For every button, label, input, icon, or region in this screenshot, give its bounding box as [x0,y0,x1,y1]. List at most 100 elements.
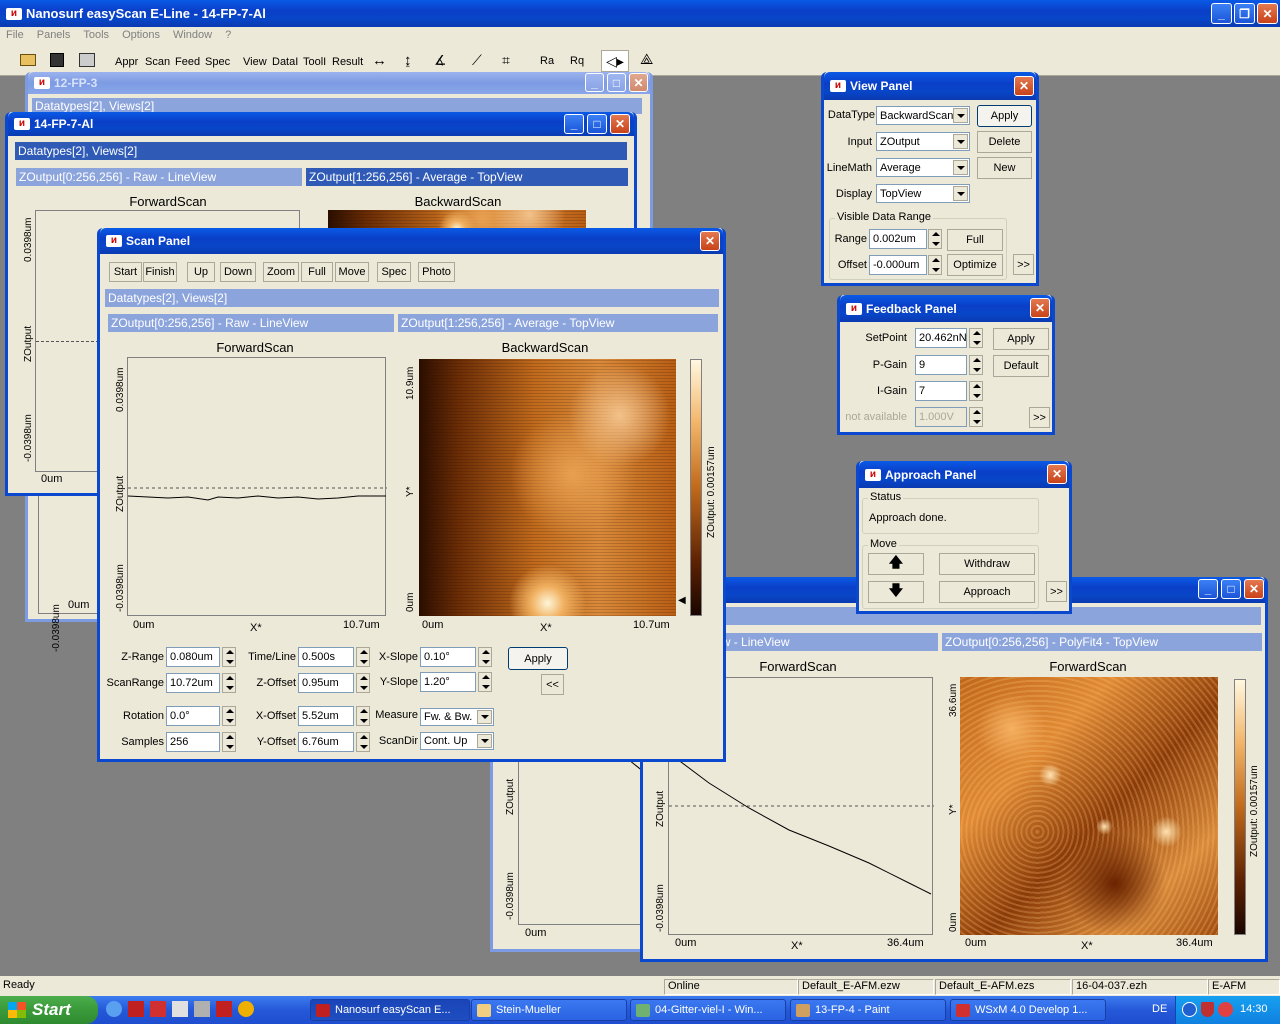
approach-panel-title-bar[interactable]: ᴎ Approach Panel ✕ [859,461,1069,488]
time-line-field[interactable]: 0.500s [298,647,354,667]
taskbar-item-nanosurf[interactable]: Nanosurf easyScan E... [310,999,470,1021]
scan-range-field[interactable]: 10.72um [166,673,220,693]
input-select[interactable]: ZOutput [876,132,970,151]
roughness-rq-icon[interactable]: Rq [570,55,584,67]
full-button[interactable]: Full [301,262,333,282]
menu-file[interactable]: File [6,29,24,46]
photo-button[interactable]: Photo [418,262,455,282]
wsxm-icon[interactable] [150,1001,166,1017]
clock[interactable]: 14:30 [1240,1003,1268,1015]
move-button[interactable]: Move [335,262,369,282]
apply-button[interactable]: Apply [508,647,568,670]
offset-stepper[interactable] [928,255,942,275]
toolbar-scan[interactable]: Scan [145,56,170,68]
approach-button[interactable]: Approach [939,581,1035,603]
menu-tools[interactable]: Tools [83,29,109,46]
help-icon[interactable] [1182,1002,1197,1017]
close-button[interactable]: ✕ [700,231,720,251]
datatype-select[interactable]: BackwardScan [876,106,970,125]
menu-options[interactable]: Options [122,29,160,46]
up-button[interactable]: Up [187,262,215,282]
measure-select[interactable]: Fw. & Bw. [420,708,494,726]
approach-panel-window[interactable]: ᴎ Approach Panel ✕ Status Approach done.… [856,461,1072,614]
scan-panel-title-bar[interactable]: ᴎ Scan Panel ✕ [100,228,723,254]
close-button[interactable]: ✕ [1257,3,1278,24]
more-button[interactable]: >> [1029,407,1050,428]
close-button[interactable]: ✕ [1244,579,1264,599]
toolbar-datai[interactable]: DataI [272,56,298,68]
toolbar-spec[interactable]: Spec [205,56,230,68]
language-indicator[interactable]: DE [1152,1003,1167,1015]
calculator-icon[interactable] [194,1001,210,1017]
restore-button[interactable]: ❐ [1234,3,1255,24]
close-button[interactable]: ✕ [610,114,630,134]
media-player-icon[interactable] [238,1001,254,1017]
chevron-down-icon[interactable] [953,108,968,123]
nanosurf-icon[interactable] [128,1001,144,1017]
samples-field[interactable]: 256 [166,732,220,752]
display-select[interactable]: TopView [876,184,970,203]
color-scale-bar[interactable] [1234,679,1246,935]
maximize-button[interactable]: □ [1221,579,1241,599]
toolbar-appr[interactable]: Appr [115,56,138,68]
minimize-button[interactable]: _ [564,114,584,134]
toolbar-feed[interactable]: Feed [175,56,200,68]
p-gain-field[interactable]: 9 [915,355,967,375]
move-up-button[interactable]: 🡅 [868,553,924,575]
range-field[interactable]: 0.002um [869,229,927,249]
close-button[interactable]: ✕ [1030,298,1050,318]
taskbar-item-wsxm[interactable]: WSxM 4.0 Develop 1... [950,999,1106,1021]
down-button[interactable]: Down [220,262,256,282]
roughness-ra-icon[interactable]: Ra [540,55,554,67]
close-button[interactable]: ✕ [629,73,648,92]
x-slope-field[interactable]: 0.10° [420,647,476,667]
default-button[interactable]: Default [993,355,1049,377]
scan-line-marker-icon[interactable]: ◀ [678,595,686,606]
security-shield-icon[interactable] [1201,1002,1214,1017]
taskbar-item-folder[interactable]: Stein-Mueller [471,999,627,1021]
z-offset-field[interactable]: 0.95um [298,673,354,693]
y-offset-field[interactable]: 6.76um [298,732,354,752]
save-icon[interactable] [50,53,64,67]
new-button[interactable]: New [977,157,1032,179]
feedback-panel-title-bar[interactable]: ᴎ Feedback Panel ✕ [840,295,1052,322]
minimize-button[interactable]: _ [1198,579,1218,599]
spec-button[interactable]: Spec [377,262,411,282]
menu-window[interactable]: Window [173,29,212,46]
x-slope-stepper[interactable] [478,647,492,667]
offset-field[interactable]: -0.000um [869,255,927,275]
move-down-button[interactable]: 🡇 [868,581,924,603]
feedback-panel-window[interactable]: ᴎ Feedback Panel ✕ SetPoint 20.462nN P-G… [837,295,1055,435]
maximize-button[interactable]: □ [587,114,607,134]
linemath-select[interactable]: Average [876,158,970,177]
triangle-tool-icon[interactable]: ⟁ [640,51,653,68]
finish-button[interactable]: Finish [143,262,177,282]
i-gain-field[interactable]: 7 [915,381,967,401]
app-icon[interactable] [216,1001,232,1017]
range-stepper[interactable] [928,229,942,249]
measure-height-icon[interactable]: ↨ [404,52,412,69]
taskbar-item-image[interactable]: 04-Gitter-viel-I - Win... [630,999,786,1021]
start-button[interactable]: Start [0,996,98,1024]
start-button[interactable]: Start [109,262,142,282]
view-panel-title-bar[interactable]: ᴎ View Panel ✕ [824,72,1036,100]
delete-button[interactable]: Delete [977,131,1032,153]
optimize-button[interactable]: Optimize [947,254,1003,276]
crop-icon[interactable]: ⌗ [502,52,510,69]
antivirus-icon[interactable] [1218,1002,1233,1017]
scan-dir-select[interactable]: Cont. Up [420,732,494,750]
apply-button[interactable]: Apply [977,105,1032,127]
i-gain-stepper[interactable] [969,381,983,401]
scan-panel-window[interactable]: ᴎ Scan Panel ✕ Start Finish Up Down Zoom… [97,228,726,762]
chevron-down-icon[interactable] [477,734,492,748]
doc-window-13-fp-4[interactable]: _ □ ✕ Views[2] 256,256] - Raw - LineView… [640,577,1268,962]
chevron-down-icon[interactable] [953,160,968,175]
setpoint-field[interactable]: 20.462nN [915,328,967,348]
collapse-button[interactable]: << [541,674,564,695]
chevron-down-icon[interactable] [477,710,492,724]
p-gain-stepper[interactable] [969,355,983,375]
menu-panels[interactable]: Panels [37,29,71,46]
menu-help[interactable]: ? [225,29,231,46]
toolbar-tooli[interactable]: ToolI [303,56,326,68]
doc-title-bar[interactable]: ᴎ 14-FP-7-Al _ □ ✕ [8,112,634,136]
